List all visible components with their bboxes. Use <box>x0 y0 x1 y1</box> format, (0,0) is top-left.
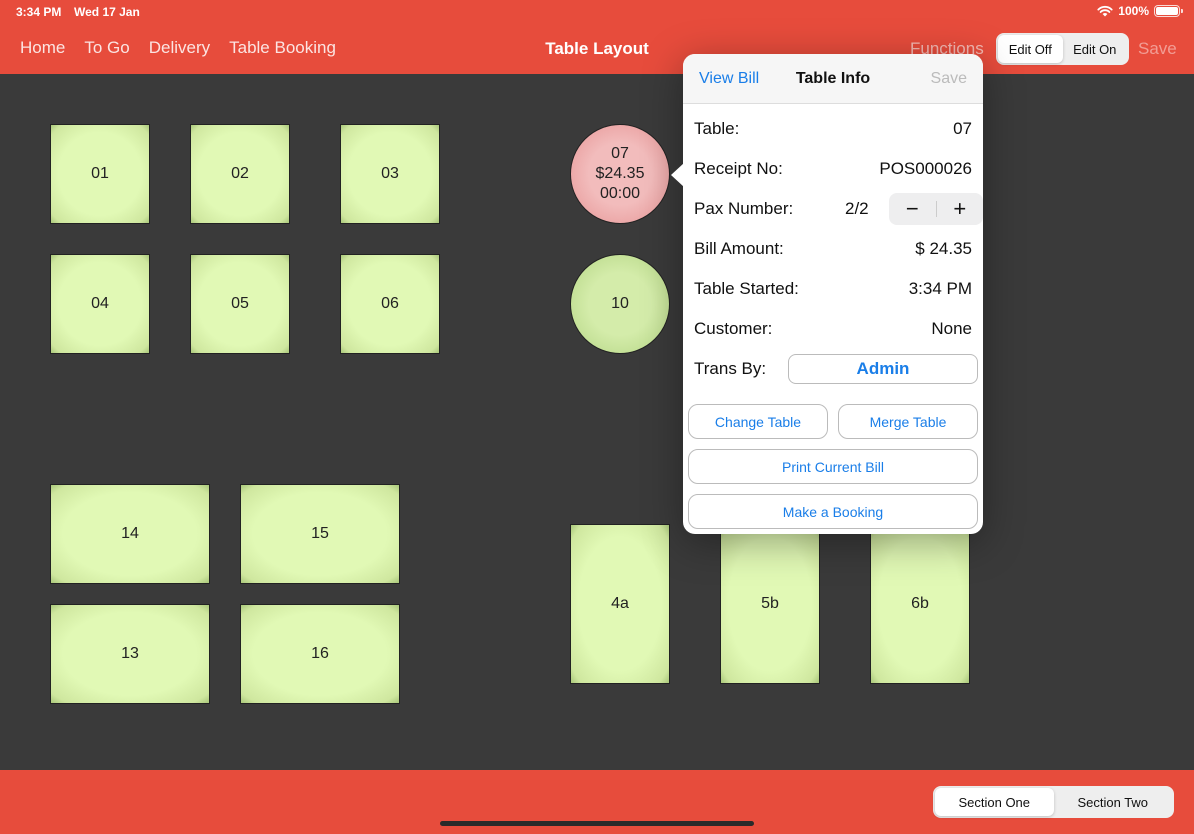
trans-by-row: Trans By: Admin <box>694 354 978 384</box>
bill-row: Bill Amount: $ 24.35 <box>694 237 972 261</box>
receipt-row: Receipt No: POS000026 <box>694 157 972 181</box>
battery-percent: 100% <box>1118 4 1149 18</box>
nav-home[interactable]: Home <box>20 38 65 58</box>
customer-label: Customer: <box>694 319 773 338</box>
receipt-value: POS000026 <box>879 159 972 178</box>
wifi-icon <box>1097 5 1113 17</box>
receipt-label: Receipt No: <box>694 159 783 178</box>
section-segmented-control: Section One Section Two <box>933 786 1174 818</box>
table-14[interactable]: 14 <box>50 484 210 584</box>
nav-to-go[interactable]: To Go <box>84 38 129 58</box>
table-01[interactable]: 01 <box>50 124 150 224</box>
pax-value: 2/2 <box>845 199 869 218</box>
merge-table-button[interactable]: Merge Table <box>838 404 978 439</box>
home-indicator[interactable] <box>440 821 754 826</box>
popover-save-button[interactable]: Save <box>931 70 967 88</box>
section-one-segment[interactable]: Section One <box>935 788 1054 816</box>
table-4a[interactable]: 4a <box>570 524 670 684</box>
status-time: 3:34 PM <box>16 5 62 19</box>
pax-label: Pax Number: <box>694 199 794 218</box>
bill-label: Bill Amount: <box>694 239 784 258</box>
table-07-elapsed: 00:00 <box>599 185 641 202</box>
pax-decrement-button[interactable]: − <box>889 193 936 225</box>
table-16[interactable]: 16 <box>240 604 400 704</box>
table-info-popover: View Bill Table Info Save Table: 07 Rece… <box>671 54 983 534</box>
table-6b[interactable]: 6b <box>870 524 970 684</box>
trans-by-button[interactable]: Admin <box>788 354 978 384</box>
table-label: Table: <box>694 119 740 138</box>
table-02[interactable]: 02 <box>190 124 290 224</box>
bill-value: $ 24.35 <box>915 239 972 258</box>
table-row: Table: 07 <box>694 117 972 141</box>
pax-row: Pax Number: 2/2 − + <box>694 193 983 225</box>
table-10[interactable]: 10 <box>570 254 670 354</box>
popover-header: View Bill Table Info Save <box>683 54 983 104</box>
table-03[interactable]: 03 <box>340 124 440 224</box>
bottom-bar: Section One Section Two <box>0 770 1194 834</box>
table-07-amount: $24.35 <box>595 165 645 182</box>
started-label: Table Started: <box>694 279 799 298</box>
trans-by-label: Trans By: <box>694 359 767 378</box>
table-04[interactable]: 04 <box>50 254 150 354</box>
table-13[interactable]: 13 <box>50 604 210 704</box>
table-05[interactable]: 05 <box>190 254 290 354</box>
popover-arrow <box>671 163 684 187</box>
page-title: Table Layout <box>545 39 649 58</box>
save-button[interactable]: Save <box>1138 39 1177 59</box>
table-07[interactable]: 07 $24.35 00:00 <box>570 124 670 224</box>
table-floor: 01 02 03 04 05 06 07 $24.35 00:00 10 14 … <box>0 74 1194 770</box>
nav-table-booking[interactable]: Table Booking <box>229 38 336 58</box>
started-row: Table Started: 3:34 PM <box>694 277 972 301</box>
nav-delivery[interactable]: Delivery <box>149 38 210 58</box>
table-06[interactable]: 06 <box>340 254 440 354</box>
make-booking-button[interactable]: Make a Booking <box>688 494 978 529</box>
view-bill-button[interactable]: View Bill <box>699 70 759 88</box>
customer-row: Customer: None <box>694 317 972 341</box>
table-15[interactable]: 15 <box>240 484 400 584</box>
table-5b[interactable]: 5b <box>720 524 820 684</box>
section-two-segment[interactable]: Section Two <box>1054 788 1173 816</box>
battery-icon <box>1154 5 1183 17</box>
top-bar: 3:34 PM Wed 17 Jan 100% Home To Go Deliv… <box>0 0 1194 74</box>
status-date: Wed 17 Jan <box>74 5 140 19</box>
customer-value: None <box>931 319 972 338</box>
edit-off-segment[interactable]: Edit Off <box>998 35 1063 63</box>
pax-stepper: − + <box>889 193 983 225</box>
started-value: 3:34 PM <box>908 279 972 298</box>
pax-increment-button[interactable]: + <box>937 193 984 225</box>
nav-links: Home To Go Delivery Table Booking <box>20 38 336 58</box>
table-07-id: 07 <box>611 145 629 162</box>
table-value: 07 <box>953 119 972 138</box>
edit-on-segment[interactable]: Edit On <box>1063 35 1128 63</box>
change-table-button[interactable]: Change Table <box>688 404 828 439</box>
print-current-bill-button[interactable]: Print Current Bill <box>688 449 978 484</box>
status-indicators: 100% <box>1097 4 1183 18</box>
edit-mode-segmented-control: Edit Off Edit On <box>996 33 1129 65</box>
